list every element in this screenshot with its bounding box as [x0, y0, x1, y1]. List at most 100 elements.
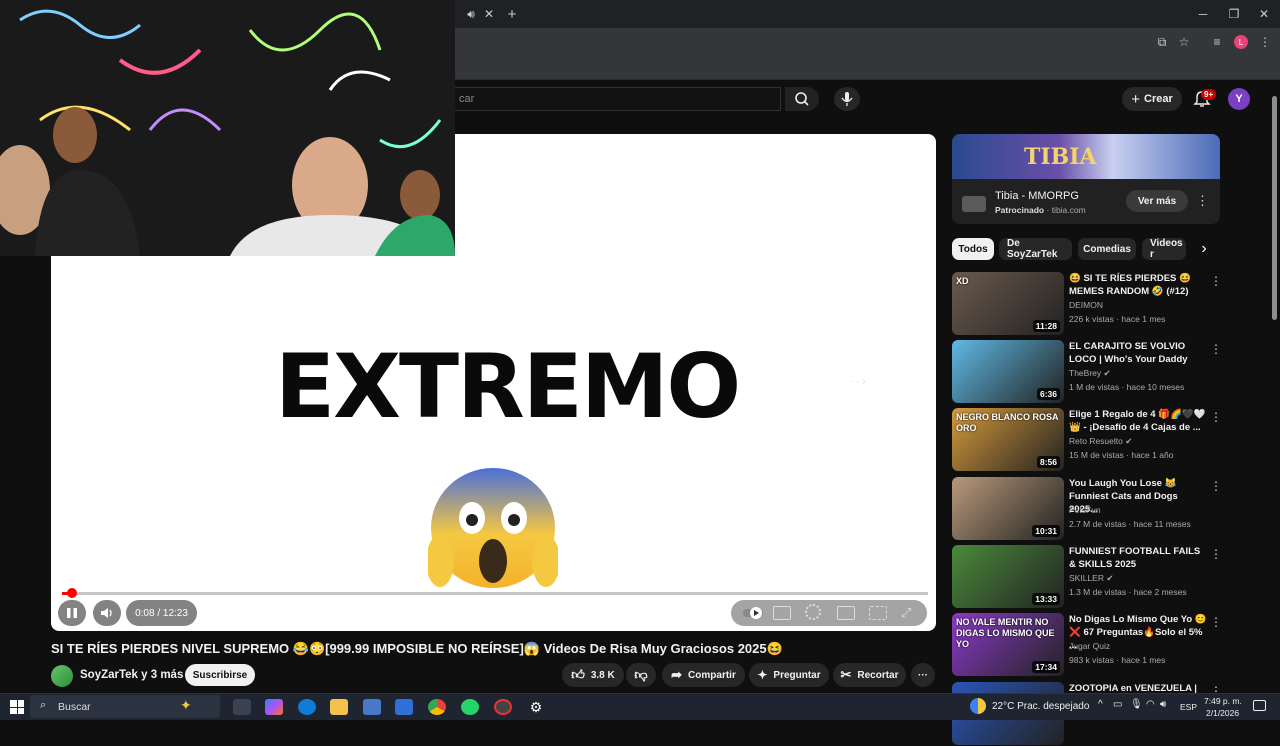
more-actions-button[interactable]: ···: [911, 663, 935, 687]
profile-avatar[interactable]: L: [1234, 35, 1248, 49]
ad-more-icon[interactable]: ⋮: [1196, 193, 1209, 209]
install-app-icon[interactable]: ⧉: [1154, 34, 1170, 50]
like-button[interactable]: 👍︎ 3.8 K: [562, 663, 624, 687]
video-channel[interactable]: DEIMON: [1069, 300, 1103, 310]
video-thumbnail[interactable]: 13:33: [952, 545, 1064, 608]
taskbar-time[interactable]: 7:49 p. m.: [1204, 696, 1242, 706]
time-display: 0:08 / 12:23: [126, 600, 197, 626]
miniplayer-icon[interactable]: [837, 606, 855, 620]
fullscreen-icon[interactable]: ⤢: [901, 605, 917, 621]
bookmark-star-icon[interactable]: ☆: [1176, 34, 1192, 50]
clip-button[interactable]: ✂ Recortar: [833, 663, 906, 687]
file-explorer-icon[interactable]: [330, 699, 348, 715]
cast-icon[interactable]: [869, 606, 887, 620]
more-vertical-icon[interactable]: ⋮: [1210, 615, 1222, 629]
chip-comedias[interactable]: Comedias: [1078, 238, 1136, 260]
recommended-video[interactable]: NO VALE MENTIR NO DIGAS LO MISMO QUE YO 1…: [952, 613, 1222, 677]
ad-cta-button[interactable]: Ver más: [1126, 190, 1188, 212]
notification-center-icon[interactable]: [1253, 700, 1266, 711]
video-channel[interactable]: Jugar Quiz: [1069, 641, 1110, 651]
store-icon[interactable]: [363, 699, 381, 715]
chevron-right-icon[interactable]: ›: [1194, 238, 1214, 260]
search-input[interactable]: car: [455, 87, 781, 111]
account-avatar[interactable]: Y: [1228, 88, 1250, 110]
video-thumbnail[interactable]: XD 11:28: [952, 272, 1064, 335]
video-title[interactable]: 😆 SI TE RÍES PIERDES 😆 MEMES RANDOM 🤣 (#…: [1069, 272, 1209, 298]
subtitles-icon[interactable]: [773, 606, 791, 620]
tray-wifi-icon[interactable]: ◠: [1146, 699, 1155, 710]
share-button[interactable]: ➦ Compartir: [662, 663, 745, 687]
outlook-icon[interactable]: [395, 699, 413, 715]
progress-bar[interactable]: [62, 592, 928, 595]
create-button[interactable]: + Crear: [1122, 87, 1182, 111]
restore-button[interactable]: ❐: [1226, 6, 1242, 22]
pause-button[interactable]: [58, 600, 86, 626]
video-thumbnail[interactable]: NEGRO BLANCO ROSA ORO 8:56: [952, 408, 1064, 471]
recorder-icon[interactable]: [494, 699, 512, 715]
notification-count-badge: 9+: [1201, 89, 1217, 100]
recommended-video[interactable]: 13:33 FUNNIEST FOOTBALL FAILS & SKILLS 20…: [952, 545, 1222, 609]
channel-name[interactable]: SoyZarTek y 3 más: [80, 669, 183, 681]
video-title[interactable]: Elige 1 Regalo de 4 🎁🌈🖤🤍👑 - ¡Desafío de …: [1069, 408, 1209, 434]
chip-de-soyzartek[interactable]: De SoyZarTek: [999, 238, 1072, 260]
volume-button[interactable]: [93, 600, 121, 626]
recommended-video[interactable]: NEGRO BLANCO ROSA ORO 8:56 Elige 1 Regalo …: [952, 408, 1222, 472]
tab-audio-icon[interactable]: 🔊︎: [463, 6, 479, 22]
tray-volume-icon[interactable]: 🔊︎: [1160, 699, 1166, 710]
more-vertical-icon[interactable]: ⋮: [1210, 479, 1222, 493]
minimize-button[interactable]: ─: [1195, 6, 1211, 22]
video-channel[interactable]: TheBrey ✔: [1069, 368, 1111, 379]
sponsored-ad-card[interactable]: TIBIA Tibia - MMORPG Patrocinado · tibia…: [952, 134, 1220, 224]
scrubber-handle[interactable]: [66, 588, 77, 598]
video-duration: 17:34: [1032, 661, 1060, 673]
taskbar-date[interactable]: 2/1/2026: [1206, 708, 1239, 718]
tray-mic-icon[interactable]: 🎙︎: [1130, 699, 1143, 710]
recommended-video[interactable]: XD 11:28 😆 SI TE RÍES PIERDES 😆 MEMES RAND…: [952, 272, 1222, 336]
more-vertical-icon[interactable]: ⋮: [1210, 547, 1222, 561]
chip-videos[interactable]: Videos r: [1142, 238, 1186, 260]
voice-search-button[interactable]: [834, 87, 860, 111]
keyboard-language[interactable]: ESP: [1180, 702, 1197, 712]
settings-gear-icon[interactable]: ⚙: [527, 699, 545, 715]
whatsapp-icon[interactable]: [461, 699, 479, 715]
dislike-button[interactable]: 👎︎: [626, 663, 656, 687]
edge-icon[interactable]: [298, 699, 316, 715]
settings-gear-icon[interactable]: [805, 604, 821, 620]
tray-network-icon[interactable]: ▭: [1113, 699, 1122, 710]
browser-menu-icon[interactable]: ⋮: [1258, 34, 1272, 50]
more-vertical-icon[interactable]: ⋮: [1210, 410, 1222, 424]
autoplay-toggle[interactable]: [743, 606, 765, 625]
window-close-button[interactable]: ✕: [1256, 6, 1272, 22]
search-icon: [795, 92, 809, 106]
video-channel[interactable]: SKILLER ✔: [1069, 573, 1113, 584]
recommended-video[interactable]: 6:36 EL CARAJITO SE VOLVIO LOCO | Who's Y…: [952, 340, 1222, 404]
tab-close-icon[interactable]: ✕: [481, 6, 497, 22]
chip-todos[interactable]: Todos: [952, 238, 994, 260]
scrollbar-thumb[interactable]: [1272, 96, 1277, 320]
video-thumbnail[interactable]: 10:31: [952, 477, 1064, 540]
video-channel[interactable]: PetsFun: [1069, 505, 1101, 515]
new-tab-button[interactable]: +: [503, 5, 521, 23]
video-thumbnail[interactable]: 6:36: [952, 340, 1064, 403]
subscribe-button[interactable]: Suscribirse: [185, 664, 255, 686]
copilot-icon[interactable]: [265, 699, 283, 715]
more-vertical-icon[interactable]: ⋮: [1210, 342, 1222, 356]
video-channel[interactable]: Reto Resuelto ✔: [1069, 436, 1132, 447]
video-title[interactable]: EL CARAJITO SE VOLVIO LOCO | Who's Your …: [1069, 340, 1209, 366]
windows-start-icon[interactable]: [10, 700, 24, 714]
weather-label[interactable]: 22°C Prac. despejado: [992, 701, 1089, 712]
chrome-icon[interactable]: [428, 699, 446, 715]
ask-button[interactable]: ✦ Preguntar: [749, 663, 829, 687]
video-thumbnail[interactable]: NO VALE MENTIR NO DIGAS LO MISMO QUE YO 1…: [952, 613, 1064, 676]
tray-overflow-icon[interactable]: ^: [1098, 699, 1103, 710]
webcam-overlay: [0, 0, 455, 256]
recommended-video[interactable]: 10:31 You Laugh You Lose 😹 Funniest Cats …: [952, 477, 1222, 541]
search-button[interactable]: [785, 87, 819, 111]
taskbar-search-label: Buscar: [58, 701, 91, 713]
taskbar-search-box[interactable]: ⌕ Buscar ✦: [30, 695, 220, 718]
video-title[interactable]: FUNNIEST FOOTBALL FAILS & SKILLS 2025: [1069, 545, 1209, 571]
more-vertical-icon[interactable]: ⋮: [1210, 274, 1222, 288]
reading-list-icon[interactable]: ≡: [1209, 34, 1225, 50]
channel-avatar[interactable]: [51, 665, 73, 687]
task-view-icon[interactable]: [233, 699, 251, 715]
